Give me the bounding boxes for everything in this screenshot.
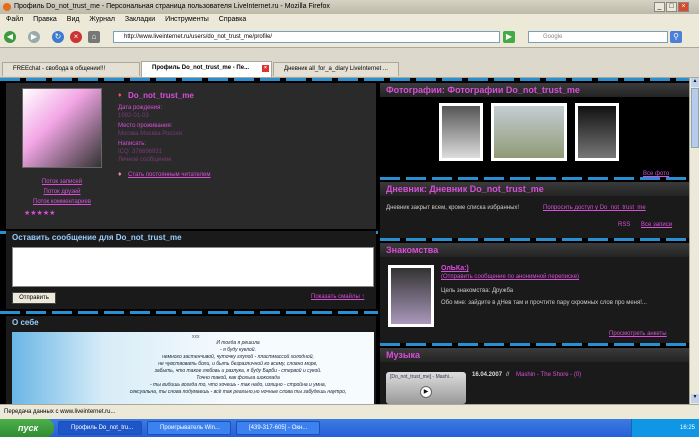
user-icon: ♦ xyxy=(118,92,122,99)
all-posts-link[interactable]: Все записи xyxy=(641,222,672,228)
icq-value: ICQ: 376696931 xyxy=(118,149,163,155)
acquaintance-panel: Знакомства ОлЬКа:) (Отправить сообщение … xyxy=(380,243,689,343)
search-icon[interactable]: ⚲ xyxy=(670,31,682,43)
home-button[interactable]: ⌂ xyxy=(88,31,100,43)
diary-panel: Дневник: Дневник Do_not_trust_me Дневник… xyxy=(380,182,689,238)
menu-edit[interactable]: Правка xyxy=(33,16,57,23)
tab-freechat[interactable]: FREEchat - свобода в общении!!! xyxy=(2,62,140,76)
about-poem: И тогда я решила - я буду куклой. немного … xyxy=(129,340,347,395)
all-photos-link[interactable]: Все фото xyxy=(643,171,669,177)
stop-button[interactable]: × xyxy=(70,31,82,43)
player-title: [Do_not_trust_me] - Mashi... xyxy=(390,374,454,380)
page-content: Поток записей Поток друзей Поток коммент… xyxy=(0,78,689,404)
message-title: Оставить сообщение для Do_not_trust_me xyxy=(12,233,182,242)
menu-bar: Файл Правка Вид Журнал Закладки Инструме… xyxy=(0,14,699,26)
task-firefox[interactable]: Профиль Do_not_tru... xyxy=(58,421,142,435)
tab-label: FREEchat - свобода в общении!!! xyxy=(13,66,106,72)
diary-title: Дневник: Дневник Do_not_trust_me xyxy=(380,182,689,196)
place-label: Место проживания: xyxy=(118,123,173,129)
birth-label: Дата рождения: xyxy=(118,105,162,111)
tab-diary[interactable]: Дневник all_for_a_diary LiveInternet ... xyxy=(273,62,399,76)
go-button[interactable]: ▶ xyxy=(503,31,515,43)
link-comments[interactable]: Поток комментариев xyxy=(12,199,112,205)
menu-file[interactable]: Файл xyxy=(6,16,23,23)
message-textarea[interactable] xyxy=(12,247,374,287)
task-icq-window[interactable]: [439-317-605] - Окн... xyxy=(236,421,320,435)
send-button[interactable]: Отправить xyxy=(12,292,56,304)
photo-3[interactable] xyxy=(575,103,619,161)
music-title: Музыка xyxy=(380,348,689,362)
music-panel: Музыка [Do_not_trust_me] - Mashi... ▶ 16… xyxy=(380,348,689,404)
scroll-down-icon[interactable]: ▼ xyxy=(691,394,699,403)
navigation-toolbar: ◀ ▶ ↻ × ⌂ http://www.liveinternet.ru/use… xyxy=(0,26,699,48)
link-friends[interactable]: Поток друзей xyxy=(12,189,112,195)
system-tray: 16:25 xyxy=(631,419,699,437)
birth-value: 1992-01-03 xyxy=(118,113,149,119)
menu-tools[interactable]: Инструменты xyxy=(165,16,209,23)
diary-closed-notice: Дневник закрыт всем, кроме списка избран… xyxy=(386,205,520,211)
maximize-button[interactable]: □ xyxy=(666,2,677,12)
search-input[interactable]: Google xyxy=(528,31,668,43)
acquaintance-name[interactable]: ОлЬКа:) xyxy=(441,265,469,272)
rating-stars: ★★★★★ xyxy=(24,210,56,217)
show-smileys-link[interactable]: Показать смайлы ↑ xyxy=(311,294,364,300)
private-message-link[interactable]: Личное сообщение xyxy=(118,157,171,163)
anon-message-link[interactable]: (Отправить сообщение по анонимной перепи… xyxy=(441,274,579,280)
task-media-player[interactable]: Проигрыватель Win... xyxy=(147,421,231,435)
scroll-thumb[interactable] xyxy=(691,88,699,148)
firefox-icon xyxy=(3,3,11,11)
about-title: О себе xyxy=(12,318,39,327)
acquaintance-goal: Цель знакомства: Дружба xyxy=(441,288,514,294)
taskbar: пуск Профиль Do_not_tru... Проигрыватель… xyxy=(0,419,699,437)
close-button[interactable]: × xyxy=(678,2,689,12)
forward-button[interactable]: ▶ xyxy=(28,31,40,43)
profile-avatar[interactable] xyxy=(22,88,102,168)
become-reader-link[interactable]: Стать постоянным читателем xyxy=(128,172,211,178)
link-posts[interactable]: Поток записей xyxy=(12,179,112,185)
tab-label: Дневник all_for_a_diary LiveInternet ... xyxy=(284,66,388,72)
photos-title: Фотографии: Фотографии Do_not_trust_me xyxy=(380,83,689,97)
profile-panel: Поток записей Поток друзей Поток коммент… xyxy=(6,83,376,229)
close-tab-icon[interactable]: × xyxy=(262,65,269,72)
menu-history[interactable]: Журнал xyxy=(89,16,115,23)
tab-label: Профиль Do_not_trust_me - Пе... xyxy=(152,65,250,71)
photos-panel: Фотографии: Фотографии Do_not_trust_me В… xyxy=(380,83,689,177)
tab-profile[interactable]: Профиль Do_not_trust_me - Пе... × xyxy=(141,61,272,77)
music-date: 16.04.2007 xyxy=(472,372,503,378)
rss-link[interactable]: RSS xyxy=(618,222,630,228)
menu-help[interactable]: Справка xyxy=(219,16,246,23)
clock: 16:25 xyxy=(679,425,695,431)
menu-bookmarks[interactable]: Закладки xyxy=(125,16,155,23)
acquaintance-title: Знакомства xyxy=(380,243,689,257)
place-value: Москва Москва Россия xyxy=(118,131,182,137)
photo-1[interactable] xyxy=(439,103,483,161)
minimize-button[interactable]: _ xyxy=(654,2,665,12)
status-bar: Передача данных с www.liveinternet.ru... xyxy=(0,404,699,419)
vertical-scrollbar[interactable]: ▲ ▼ xyxy=(689,78,699,404)
acquaintance-photo[interactable] xyxy=(388,265,434,327)
reload-button[interactable]: ↻ xyxy=(52,31,64,43)
contact-label: Написать: xyxy=(118,141,147,147)
acquaintance-about: Обо мне: зайдите в дНев там и прочтите п… xyxy=(441,300,647,306)
back-button[interactable]: ◀ xyxy=(4,31,16,43)
about-panel: О себе ххх И тогда я решила - я буду кукл… xyxy=(6,316,376,404)
reader-icon: ♦ xyxy=(118,171,122,178)
music-track[interactable]: Mashin - The Shore - (0) xyxy=(516,372,581,378)
music-player[interactable]: [Do_not_trust_me] - Mashi... ▶ xyxy=(386,372,466,404)
tab-bar: FREEchat - свобода в общении!!! Профиль … xyxy=(0,48,699,78)
play-icon[interactable]: ▶ xyxy=(420,386,432,398)
window-title-bar: Профиль Do_not_trust_me - Персональная с… xyxy=(0,0,699,14)
start-button[interactable]: пуск xyxy=(0,419,54,437)
request-access-link[interactable]: Попросить доступ у Do_not_trust_me xyxy=(543,205,646,211)
status-text: Передача данных с www.liveinternet.ru... xyxy=(4,409,116,415)
url-input[interactable]: http://www.liveinternet.ru/users/do_not_… xyxy=(113,31,500,43)
photo-2[interactable] xyxy=(491,103,567,161)
profile-username: Do_not_trust_me xyxy=(128,91,194,100)
message-panel: Оставить сообщение для Do_not_trust_me О… xyxy=(6,231,376,309)
view-profiles-link[interactable]: Просмотреть анкеты xyxy=(609,331,667,337)
menu-view[interactable]: Вид xyxy=(67,16,80,23)
scroll-up-icon[interactable]: ▲ xyxy=(691,78,699,87)
window-title: Профиль Do_not_trust_me - Персональная с… xyxy=(14,3,330,10)
